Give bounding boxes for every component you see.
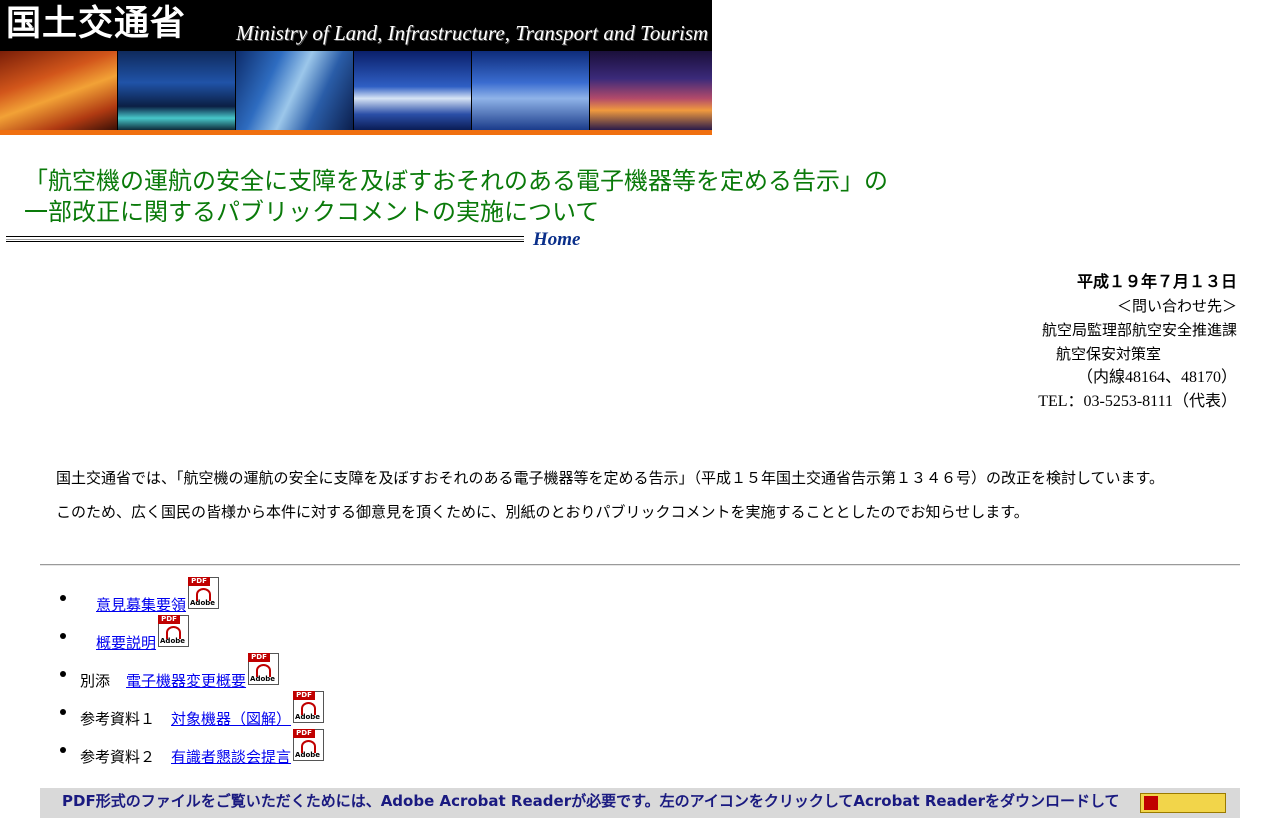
- body-paragraph-1: 国土交通省では、「航空機の運航の安全に支障を及ぼすおそれのある電子機器等を定める…: [56, 469, 1165, 487]
- pdf-reader-note-text: PDF形式のファイルをご覧いただくためには、Adobe Acrobat Read…: [62, 792, 1120, 810]
- bullet-icon: [60, 595, 66, 601]
- acrobat-reader-icon[interactable]: [1140, 793, 1226, 813]
- doc-prefix: 別添: [80, 672, 111, 690]
- list-item: 参考資料２ 有識者懇談会提言 PDF Adobe: [60, 729, 325, 770]
- body-paragraph-2: このため、広く国民の皆様から本件に対する御意見を頂くために、別紙のとおりパブリッ…: [56, 503, 1029, 521]
- pdf-icon[interactable]: PDF Adobe: [158, 615, 190, 647]
- section-divider: [40, 564, 1240, 566]
- publish-date: 平成１９年７月１３日: [1076, 272, 1237, 291]
- pdf-icon[interactable]: PDF Adobe: [248, 653, 280, 685]
- autumn-leaves-photo: [0, 51, 118, 130]
- home-link[interactable]: Home: [533, 229, 581, 251]
- list-item: 参考資料１ 対象機器（図解） PDF Adobe: [60, 691, 325, 732]
- pdf-icon[interactable]: PDF Adobe: [188, 577, 220, 609]
- banner-title-strip: 国土交通省 Ministry of Land, Infrastructure, …: [0, 0, 712, 51]
- bullet-icon: [60, 747, 66, 753]
- city-night-photo: [118, 51, 236, 130]
- banner-photo-strip: [0, 51, 712, 130]
- ministry-logo-en: Ministry of Land, Infrastructure, Transp…: [236, 21, 709, 45]
- bullet-icon: [60, 633, 66, 639]
- bullet-icon: [60, 709, 66, 715]
- page-title-line1: 「航空機の運航の安全に支障を及ぼすおそれのある電子機器等を定める告示」の: [24, 168, 888, 195]
- doc-link-overview[interactable]: 概要説明: [96, 633, 156, 653]
- header-banner: 国土交通省 Ministry of Land, Infrastructure, …: [0, 0, 712, 135]
- title-divider: [6, 236, 524, 242]
- skyscraper-photo: [236, 51, 354, 130]
- contact-heading: ＜問い合わせ先＞: [1116, 297, 1237, 315]
- contact-office: 航空保安対策室: [1055, 345, 1161, 363]
- page-title-line2: 一部改正に関するパブリックコメントの実施について: [24, 199, 600, 226]
- doc-prefix: 参考資料１: [80, 710, 156, 728]
- doc-link-expert-proposal[interactable]: 有識者懇談会提言: [171, 747, 291, 767]
- bridge-photo: [590, 51, 712, 130]
- sailing-ship-photo: [354, 51, 472, 130]
- bullet-icon: [60, 671, 66, 677]
- list-item: 意見募集要領 PDF Adobe: [60, 577, 220, 618]
- contact-tel: TEL：03-5253-8111（代表）: [1038, 393, 1237, 410]
- doc-link-target-devices[interactable]: 対象機器（図解）: [171, 709, 291, 729]
- contact-extension: （内線48164、48170）: [1076, 369, 1237, 386]
- doc-prefix: 参考資料２: [80, 748, 156, 766]
- contact-dept: 航空局監理部航空安全推進課: [1041, 321, 1237, 339]
- document-list: 意見募集要領 PDF Adobe 概要説明 PDF Adobe 別添 電子機器変更概…: [60, 577, 325, 770]
- airplane-photo: [472, 51, 590, 130]
- pdf-icon[interactable]: PDF Adobe: [293, 729, 325, 761]
- list-item: 概要説明 PDF Adobe: [60, 615, 190, 656]
- body-text: 国土交通省では、「航空機の運航の安全に支障を及ぼすおそれのある電子機器等を定める…: [40, 466, 1240, 534]
- pdf-reader-note: PDF形式のファイルをご覧いただくためには、Adobe Acrobat Read…: [40, 788, 1240, 818]
- contact-info: 平成１９年７月１３日 ＜問い合わせ先＞ 航空局監理部航空安全推進課 航空保安対策…: [1038, 270, 1237, 414]
- page-title: 「航空機の運航の安全に支障を及ぼすおそれのある電子機器等を定める告示」の 一部改…: [24, 166, 888, 228]
- list-item: 別添 電子機器変更概要 PDF Adobe: [60, 653, 280, 694]
- doc-link-guidelines[interactable]: 意見募集要領: [96, 595, 186, 615]
- pdf-icon[interactable]: PDF Adobe: [293, 691, 325, 723]
- doc-link-device-changes[interactable]: 電子機器変更概要: [126, 671, 246, 691]
- ministry-logo-jp[interactable]: 国土交通省: [6, 4, 186, 44]
- banner-orange-bar: [0, 130, 712, 135]
